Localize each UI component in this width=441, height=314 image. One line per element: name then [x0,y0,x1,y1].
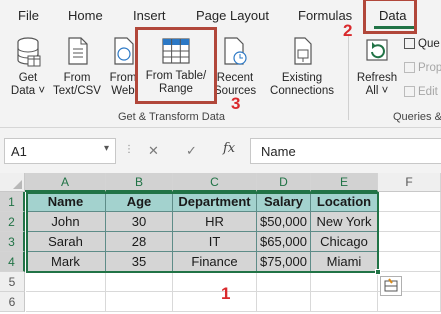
recent-sources-icon [224,37,247,65]
database-icon [17,37,41,67]
formula-value: Name [261,144,296,159]
refresh-all-label-1: Refresh [356,72,398,84]
get-data-label-1: Get [18,72,38,84]
row-header-3[interactable]: 3 [0,232,25,252]
existing-connections-label-2: Connections [270,85,334,97]
empty-cell[interactable] [311,272,378,292]
row-header-4[interactable]: 4 [0,252,25,272]
from-text-csv-label-1: From [63,72,91,84]
queries-connections-button[interactable]: Que [404,38,440,50]
queries-icon [404,38,415,49]
empty-cell[interactable] [378,192,441,212]
recent-sources-label-1: Recent [216,72,254,84]
from-text-csv-label-2: Text/CSV [53,85,101,97]
column-header-b[interactable]: B [106,173,173,192]
empty-cell[interactable] [378,232,441,252]
web-icon [114,37,134,65]
formula-bar: A1 ▾ ⋮ ✕ ✓ fx Name [0,128,441,173]
existing-connections-label-1: Existing [281,72,323,84]
selection-border [26,192,379,273]
text-file-icon [68,37,88,65]
from-text-csv-button[interactable]: From Text/CSV [52,36,102,98]
select-all-button[interactable] [0,173,25,192]
empty-cell[interactable] [106,272,173,292]
edit-links-button[interactable]: Edit [404,86,438,98]
fill-handle[interactable] [375,269,381,275]
row-header-1[interactable]: 1 [0,192,25,212]
formula-bar-grip-icon: ⋮ [124,144,134,155]
empty-cell[interactable] [106,292,173,312]
empty-cell[interactable] [173,272,257,292]
from-web-button[interactable]: From Web [108,36,138,98]
quick-analysis-icon [384,278,398,292]
column-header-a[interactable]: A [25,173,106,192]
row-header-5[interactable]: 5 [0,272,25,292]
worksheet-grid[interactable]: A B C D E F 1 2 3 4 5 6 Name Age Departm… [0,173,441,314]
from-web-label-2: Web [111,85,135,97]
connections-icon [294,37,312,65]
refresh-all-label-2: All ˅ [365,85,389,97]
annotation-2: 2 [343,21,353,40]
row-header-6[interactable]: 6 [0,292,25,312]
name-box-value: A1 [11,144,27,159]
get-data-button[interactable]: Get Data ˅ [10,36,46,98]
name-box[interactable]: A1 ▾ [4,138,116,164]
highlight-box-from-table [135,27,217,104]
column-header-e[interactable]: E [311,173,378,192]
annotation-3: 3 [231,94,241,113]
group-separator [348,34,349,120]
empty-cell[interactable] [378,252,441,272]
annotation-1: 1 [221,284,231,303]
empty-cell[interactable] [257,272,311,292]
edit-links-label: Edit [418,86,438,98]
get-data-label-2: Data ˅ [10,85,46,97]
empty-cell[interactable] [26,272,106,292]
cancel-icon[interactable]: ✕ [148,143,159,159]
group-label-queries: Queries & [393,111,441,123]
column-header-c[interactable]: C [173,173,257,192]
empty-cell[interactable] [173,292,257,312]
tab-page-layout[interactable]: Page Layout [196,8,269,23]
edit-links-icon [404,86,415,97]
refresh-icon [366,39,388,61]
queries-label: Que [418,38,440,50]
existing-connections-button[interactable]: Existing Connections [266,36,338,98]
tab-insert[interactable]: Insert [133,8,166,23]
column-header-f[interactable]: F [378,173,441,192]
row-header-2[interactable]: 2 [0,212,25,232]
empty-cell[interactable] [311,292,378,312]
highlight-box-data-tab [363,0,417,34]
insert-function-button[interactable]: fx [223,141,235,156]
quick-analysis-button[interactable] [380,276,402,296]
tab-home[interactable]: Home [68,8,103,23]
column-header-d[interactable]: D [257,173,311,192]
formula-input[interactable]: Name [250,138,441,164]
ribbon-data: Get Data ˅ From Text/CSV From Web From T… [0,27,441,128]
properties-button[interactable]: Prop [404,62,441,74]
empty-cell[interactable] [257,292,311,312]
tab-file[interactable]: File [18,8,39,23]
enter-icon[interactable]: ✓ [186,143,197,159]
from-web-label-1: From [109,72,137,84]
refresh-all-button[interactable]: Refresh All ˅ [354,36,400,98]
empty-cell[interactable] [378,212,441,232]
group-label-get-transform: Get & Transform Data [118,111,225,123]
recent-sources-button[interactable]: Recent Sources [214,36,256,98]
properties-label: Prop [418,62,441,74]
chevron-down-icon[interactable]: ▾ [104,143,109,154]
properties-icon [404,62,415,73]
empty-cell[interactable] [26,292,106,312]
